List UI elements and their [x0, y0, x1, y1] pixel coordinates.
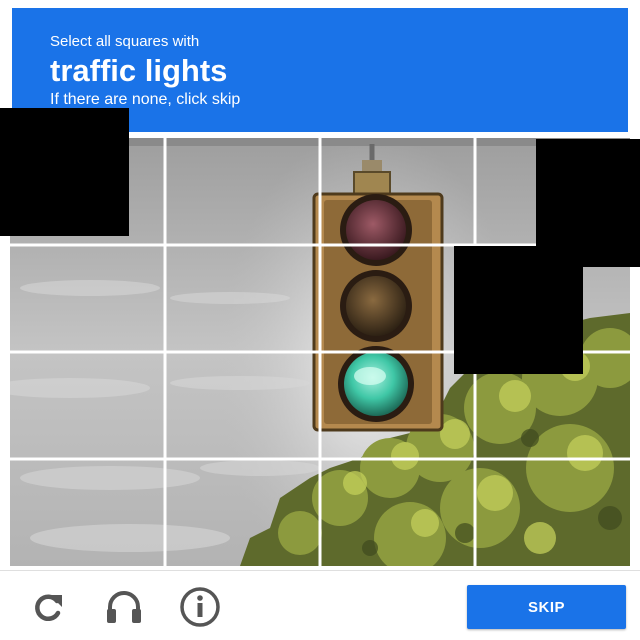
info-icon: [180, 587, 220, 627]
skip-button[interactable]: SKIP: [467, 585, 626, 629]
tile-3-3[interactable]: [320, 352, 475, 459]
redaction-box: [454, 246, 583, 374]
reload-button[interactable]: [26, 587, 70, 627]
tile-1-3[interactable]: [320, 138, 475, 245]
tile-1-2[interactable]: [165, 138, 320, 245]
challenge-footer: SKIP: [0, 570, 640, 640]
tile-3-2[interactable]: [165, 352, 320, 459]
tile-2-2[interactable]: [165, 245, 320, 352]
challenge-target: traffic lights: [50, 53, 228, 88]
captcha-challenge: Select all squares with traffic lights I…: [0, 0, 640, 640]
redaction-box: [0, 108, 129, 236]
reload-icon: [35, 594, 62, 621]
info-button[interactable]: [178, 587, 222, 627]
tile-4-1[interactable]: [10, 459, 165, 566]
tile-2-3[interactable]: [320, 245, 475, 352]
tile-2-1[interactable]: [10, 245, 165, 352]
tile-3-1[interactable]: [10, 352, 165, 459]
tile-4-3[interactable]: [320, 459, 475, 566]
audio-challenge-button[interactable]: [102, 587, 146, 627]
tile-4-2[interactable]: [165, 459, 320, 566]
challenge-hint: If there are none, click skip: [50, 91, 241, 108]
challenge-prompt: Select all squares with: [50, 33, 200, 50]
tile-4-4[interactable]: [475, 459, 630, 566]
headphones-icon: [107, 591, 141, 623]
